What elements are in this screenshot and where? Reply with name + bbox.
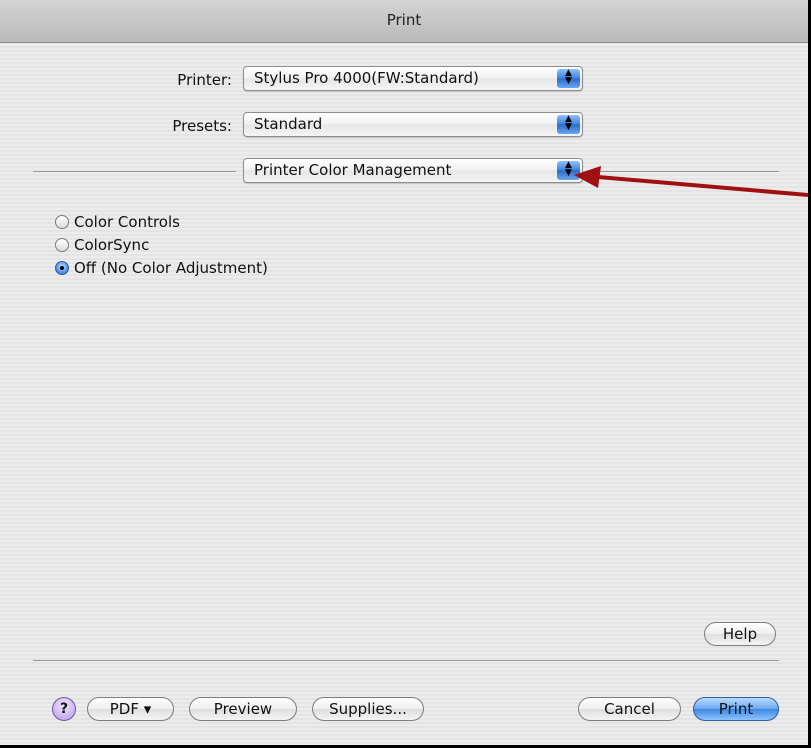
separator-right bbox=[588, 171, 779, 172]
popup-arrows-icon: ▲ ▼ bbox=[557, 69, 580, 88]
panel-popup[interactable]: Printer Color Management ▲ ▼ bbox=[243, 158, 583, 183]
printer-popup[interactable]: Stylus Pro 4000(FW:Standard) ▲ ▼ bbox=[243, 66, 583, 91]
popup-arrows-icon: ▲ ▼ bbox=[557, 115, 580, 134]
print-dialog: Print Printer: Stylus Pro 4000(FW:Standa… bbox=[0, 0, 811, 748]
cancel-button[interactable]: Cancel bbox=[578, 697, 681, 721]
printer-value: Stylus Pro 4000(FW:Standard) bbox=[254, 69, 479, 87]
radio-button-selected[interactable] bbox=[55, 261, 69, 275]
radio-label: ColorSync bbox=[74, 236, 150, 254]
radio-color-controls[interactable]: Color Controls bbox=[55, 211, 180, 233]
radio-colorsync[interactable]: ColorSync bbox=[55, 234, 149, 256]
radio-label: Off (No Color Adjustment) bbox=[74, 259, 268, 277]
bottom-separator bbox=[33, 660, 779, 661]
printer-label: Printer: bbox=[177, 71, 232, 89]
question-help-icon[interactable]: ? bbox=[52, 697, 76, 721]
separator-left bbox=[33, 171, 236, 172]
preview-button[interactable]: Preview bbox=[189, 697, 297, 721]
radio-off[interactable]: Off (No Color Adjustment) bbox=[55, 257, 268, 279]
popup-arrows-icon: ▲ ▼ bbox=[557, 161, 580, 180]
radio-button[interactable] bbox=[55, 215, 69, 229]
panel-value: Printer Color Management bbox=[254, 161, 452, 179]
presets-value: Standard bbox=[254, 115, 323, 133]
presets-label: Presets: bbox=[172, 117, 232, 135]
print-button[interactable]: Print bbox=[693, 697, 779, 721]
help-button[interactable]: Help bbox=[704, 622, 776, 646]
pdf-button[interactable]: PDF ▾ bbox=[87, 697, 174, 721]
presets-popup[interactable]: Standard ▲ ▼ bbox=[243, 112, 583, 137]
window-title: Print bbox=[0, 0, 808, 43]
supplies-button[interactable]: Supplies... bbox=[312, 697, 424, 721]
radio-label: Color Controls bbox=[74, 213, 180, 231]
radio-button[interactable] bbox=[55, 238, 69, 252]
